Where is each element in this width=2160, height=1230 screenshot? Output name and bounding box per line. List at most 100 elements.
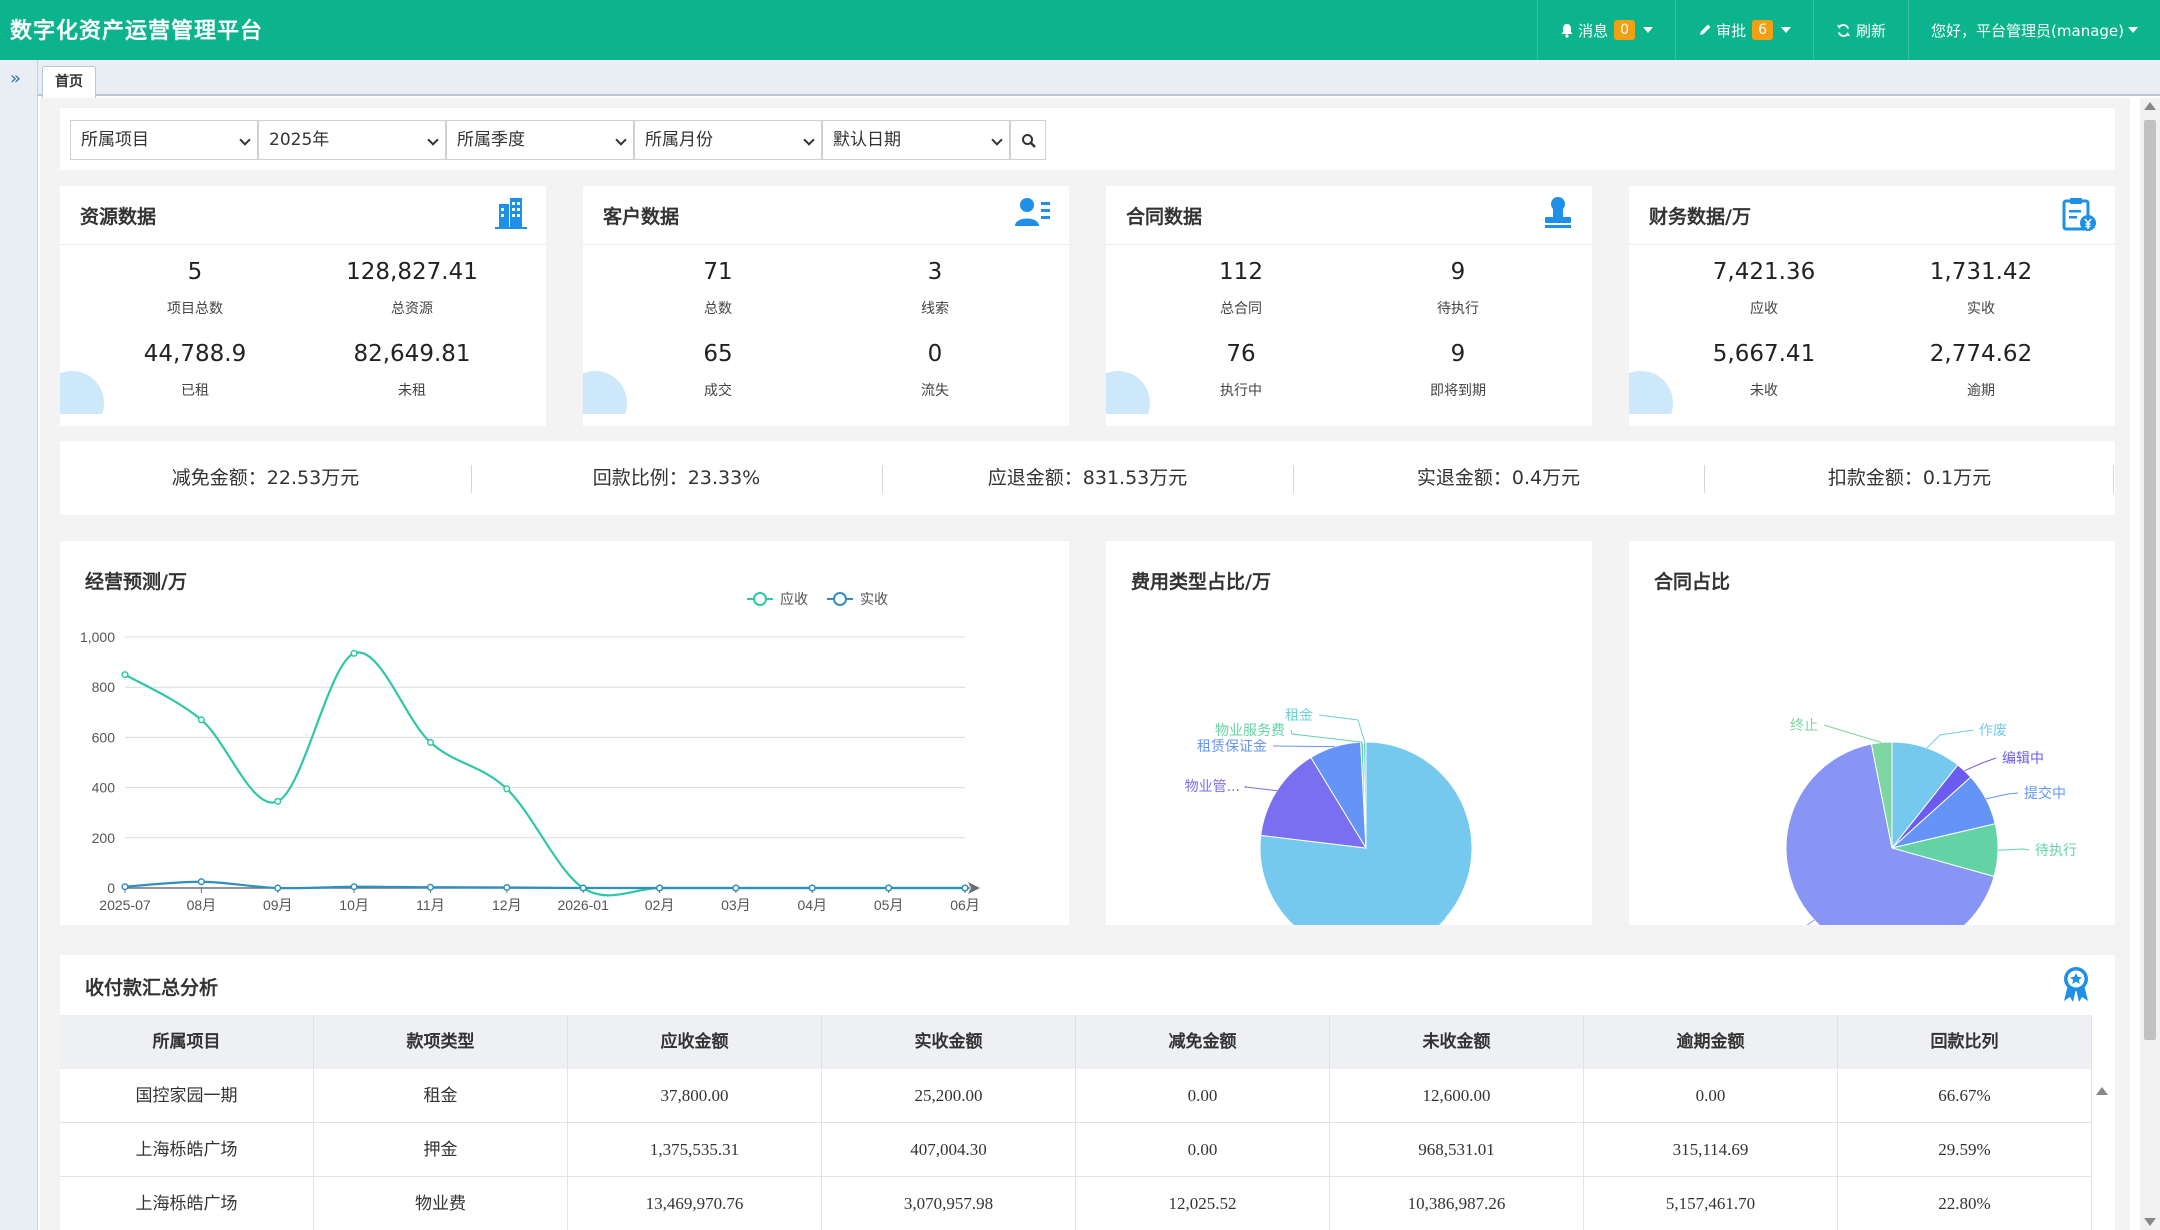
series-line-应收 [124,651,965,897]
stat-value: 7,421.36 [1712,259,1816,285]
line-chart: 应收 实收 0 200 400 600 800 1,000 2025-07 08月 09月 10月… [80,591,980,913]
approval-label: 审批 [1716,21,1747,40]
double-chevron-right-icon[interactable]: » [10,68,21,89]
decorative-circle [583,371,627,414]
table-cell: 25,200.00 [822,1069,1076,1123]
table-cell: 10,386,987.26 [1330,1177,1584,1230]
data-point [274,884,282,892]
scroll-up-arrow[interactable] [2144,102,2156,110]
stat-label: 应收 [1750,301,1778,317]
column-header: 所属项目 [60,1015,314,1069]
payment-summary-card: 收付款汇总分析 所属项目 款项类型 应收金额 实收金额 减免金额 未收金额 逾期金额 回款比列… [60,955,2115,1230]
slice-label: 终止 [1790,718,1818,734]
table-scroll-up[interactable] [2096,1087,2108,1095]
month-select[interactable]: 所属月份 [634,120,822,160]
chevron-down-icon [803,134,815,146]
table-cell: 29.59% [1838,1123,2092,1177]
label-leader [1997,848,2030,851]
forecast-chart-card: 经营预测/万 应收 实收 0 200 400 600 800 1,000 2025-07 08… [60,541,1069,925]
scroll-down-arrow[interactable] [2144,1218,2156,1226]
user-menu[interactable]: 您好，平台管理员(manage) [1908,0,2160,60]
label-leader [1985,792,2019,800]
chart-grid [125,636,965,839]
y-tick-label: 400 [92,780,116,796]
card-title: 合同数据 [1126,206,1203,228]
column-header: 应收金额 [568,1015,822,1069]
month-select-value: 所属月份 [645,130,713,150]
label-leader [1823,724,1882,743]
column-header: 未收金额 [1330,1015,1584,1069]
x-tick-label: 05月 [874,897,904,913]
x-tick-label: 09月 [263,897,293,913]
messages-menu[interactable]: 消息 0 [1537,0,1675,60]
stamp-icon [1545,197,1571,228]
stat-label: 逾期 [1967,383,1995,399]
label-leader [1806,919,1815,925]
label-leader [1290,729,1363,743]
table-cell: 22.80% [1838,1177,2092,1230]
slice-label: 待执行 [2035,843,2077,859]
stat-label: 成交 [704,383,732,399]
legend-marker [753,592,767,606]
table-cell: 上海栎皓广场 [60,1177,314,1230]
project-select[interactable]: 所属项目 [70,120,258,160]
x-tick-label: 03月 [721,897,751,913]
chevron-down-icon [2128,27,2138,33]
date-select[interactable]: 默认日期 [822,120,1010,160]
y-tick-label: 1,000 [80,629,115,645]
data-point [426,738,435,746]
summary-strip: 减免金额：22.53万元 回款比例：23.33% 应退金额：831.53万元 实… [60,441,2115,515]
pie-chart: 租金物业管...租赁保证金物业服务费租金 [1185,708,1473,925]
x-tick-label: 10月 [339,897,369,913]
x-tick-label: 06月 [950,897,980,913]
data-point [121,671,129,679]
chevron-down-icon [1781,27,1792,33]
summary-label: 扣款金额： [1827,467,1923,489]
quarter-select[interactable]: 所属季度 [446,120,634,160]
x-axis-labels: 2025-07 08月 09月 10月 11月 12月 2026-01 02月 03月 04月 05… [99,897,979,913]
top-nav: 消息 0 审批 6 刷新 您好，平台管理员(manage) [1537,0,2160,60]
table-cell: 13,469,970.76 [568,1177,822,1230]
top-header: 数字化资产运营管理平台 消息 0 审批 6 刷新 您好，平台管理员(manage… [0,0,2160,60]
stat-value: 82,649.81 [353,341,471,367]
refresh-button[interactable]: 刷新 [1813,0,1908,60]
tab-home[interactable]: 首页 [42,66,96,98]
user-list-icon [1015,198,1050,226]
summary-item: 实退金额：0.4万元 [1293,441,1704,515]
data-point [885,884,893,892]
slice-label: 物业管... [1185,779,1240,795]
table-cell: 0.00 [1584,1069,1838,1123]
search-button[interactable] [1010,120,1046,160]
page-scrollbar[interactable] [2140,98,2160,1230]
decorative-circle [1629,371,1673,414]
table-cell: 12,600.00 [1330,1069,1584,1123]
table-cell: 国控家园一期 [60,1069,314,1123]
summary-label: 实退金额： [1416,467,1512,489]
clipboard-yuan-icon [2062,198,2096,231]
divider [2113,465,2114,493]
divider [1106,244,1592,245]
divider [60,244,546,245]
stat-value: 44,788.9 [143,341,247,367]
table-cell: 315,114.69 [1584,1123,1838,1177]
year-select[interactable]: 2025年 [258,120,446,160]
data-point [503,883,511,892]
slice-label: 物业服务费 [1215,723,1285,739]
stat-value: 65 [703,341,733,367]
data-point [274,797,282,805]
finance-card: 财务数据/万 7,421.36 应收 1,731.42 实收 5,667.41 … [1629,186,2115,426]
customer-card: 客户数据 71 总数 3 线索 65 成交 0 流失 [583,186,1069,426]
messages-badge: 0 [1614,20,1636,40]
approval-menu[interactable]: 审批 6 [1675,0,1813,60]
stat-label: 待执行 [1437,301,1479,317]
data-point [655,884,664,892]
series-line-实收 [124,880,965,890]
summary-value: 831.53万元 [1082,467,1188,489]
date-select-value: 默认日期 [833,130,901,150]
stat-value: 112 [1219,259,1263,285]
y-tick-label: 200 [92,830,116,846]
slice-label: 提交中 [2024,785,2066,802]
data-point [350,883,358,891]
scrollbar-thumb[interactable] [2144,120,2156,1040]
stat-label: 项目总数 [167,301,223,317]
